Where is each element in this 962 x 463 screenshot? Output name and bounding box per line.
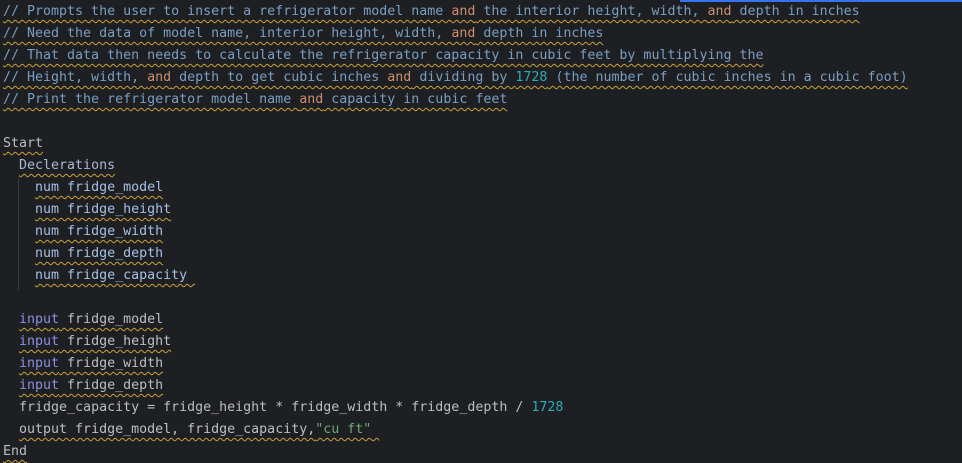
- token-comment: capacity in cubic feet: [323, 92, 508, 107]
- code-line[interactable]: [3, 287, 962, 309]
- token-comment: // Height, width,: [3, 70, 148, 85]
- token-kw: and: [299, 92, 324, 107]
- code-line[interactable]: // Prompts the user to insert a refriger…: [3, 1, 962, 23]
- token-comment: // Prompts the user to insert a refriger…: [3, 4, 452, 19]
- code-line-content: num fridge_depth: [35, 246, 163, 261]
- code-line[interactable]: // That data then needs to calculate the…: [3, 45, 962, 67]
- code-line-content: input fridge_width: [19, 356, 163, 371]
- token-plain: fridge_width: [59, 356, 164, 371]
- code-line-content: // Prompts the user to insert a refriger…: [3, 4, 860, 19]
- code-line-content: Declerations: [19, 158, 115, 173]
- code-line[interactable]: num fridge_height: [3, 199, 962, 221]
- code-line[interactable]: num fridge_depth: [3, 243, 962, 265]
- code-line[interactable]: // Print the refrigerator model name and…: [3, 89, 962, 111]
- code-line[interactable]: input fridge_width: [3, 353, 962, 375]
- code-line[interactable]: [3, 111, 962, 133]
- token-kw: and: [147, 70, 172, 85]
- code-line-content: num fridge_width: [35, 224, 163, 239]
- code-line[interactable]: input fridge_model: [3, 309, 962, 331]
- token-plain: fridge_model: [59, 312, 164, 327]
- code-line[interactable]: num fridge_width: [3, 221, 962, 243]
- token-kw: and: [451, 4, 476, 19]
- token-comment: // Print the refrigerator model name: [3, 92, 300, 107]
- code-line[interactable]: num fridge_capacity: [3, 265, 962, 287]
- code-line-content: input fridge_model: [19, 312, 163, 327]
- token-input: input: [19, 356, 60, 371]
- token-plain: End: [3, 444, 28, 459]
- token-var: num fridge_width: [35, 224, 164, 239]
- token-kw: and: [387, 70, 412, 85]
- code-line-content: num fridge_capacity: [35, 268, 195, 283]
- code-line-content: // Print the refrigerator model name and…: [3, 92, 507, 107]
- token-plain: fridge_height: [59, 334, 172, 349]
- token-var: num fridge_height: [35, 202, 172, 217]
- token-comment: the interior height, width,: [475, 4, 708, 19]
- code-editor[interactable]: // Prompts the user to insert a refriger…: [3, 1, 962, 463]
- code-line-content: input fridge_height: [19, 334, 171, 349]
- code-line-content: fridge_capacity = fridge_height * fridge…: [19, 400, 563, 415]
- code-line-content: Start: [3, 136, 43, 151]
- token-comment: depth to get cubic inches: [171, 70, 388, 85]
- code-line[interactable]: // Need the data of model name, interior…: [3, 23, 962, 45]
- code-line-content: // Height, width, and depth to get cubic…: [3, 70, 908, 85]
- code-line[interactable]: Declerations: [3, 155, 962, 177]
- token-plain: fridge_depth: [59, 378, 164, 393]
- token-var: num fridge_depth: [35, 246, 164, 261]
- code-line-content: End: [3, 444, 27, 459]
- code-line[interactable]: num fridge_model: [3, 177, 962, 199]
- code-line-content: // That data then needs to calculate the…: [3, 48, 764, 63]
- code-line[interactable]: // Height, width, and depth to get cubic…: [3, 67, 962, 89]
- token-var: num fridge_model: [35, 180, 164, 195]
- token-decl: Declerations: [19, 158, 116, 173]
- token-kw: and: [451, 26, 476, 41]
- code-line[interactable]: output fridge_model, fridge_capacity,"cu…: [3, 419, 962, 441]
- token-plain: Start: [3, 136, 44, 151]
- code-line-content: num fridge_height: [35, 202, 171, 217]
- token-comment: depth in inches: [475, 26, 604, 41]
- token-input: input: [19, 312, 60, 327]
- token-num: 1728: [515, 70, 548, 85]
- token-plain: output fridge_model, fridge_capacity,: [19, 422, 316, 437]
- token-comment: depth in inches: [731, 4, 860, 19]
- token-plain: fridge_capacity = fridge_height * fridge…: [19, 400, 532, 415]
- code-line-content: output fridge_model, fridge_capacity,"cu…: [19, 422, 379, 437]
- code-line[interactable]: input fridge_height: [3, 331, 962, 353]
- code-line[interactable]: End: [3, 441, 962, 463]
- token-str: "cu ft": [315, 422, 372, 437]
- token-input: input: [19, 334, 60, 349]
- token-comment: // Need the data of model name, interior…: [3, 26, 452, 41]
- token-comment: dividing by: [411, 70, 516, 85]
- code-line-content: num fridge_model: [35, 180, 163, 195]
- token-var: num fridge_capacity: [35, 268, 196, 283]
- token-input: input: [19, 378, 60, 393]
- token-comment: (the number of cubic inches in a cubic f…: [547, 70, 908, 85]
- token-kw: and: [707, 4, 732, 19]
- code-line-content: input fridge_depth: [19, 378, 163, 393]
- token-comment: // That data then needs to calculate the…: [3, 48, 764, 63]
- code-line-content: // Need the data of model name, interior…: [3, 26, 603, 41]
- code-line[interactable]: input fridge_depth: [3, 375, 962, 397]
- token-num: 1728: [531, 400, 564, 415]
- code-line[interactable]: fridge_capacity = fridge_height * fridge…: [3, 397, 962, 419]
- code-line[interactable]: Start: [3, 133, 962, 155]
